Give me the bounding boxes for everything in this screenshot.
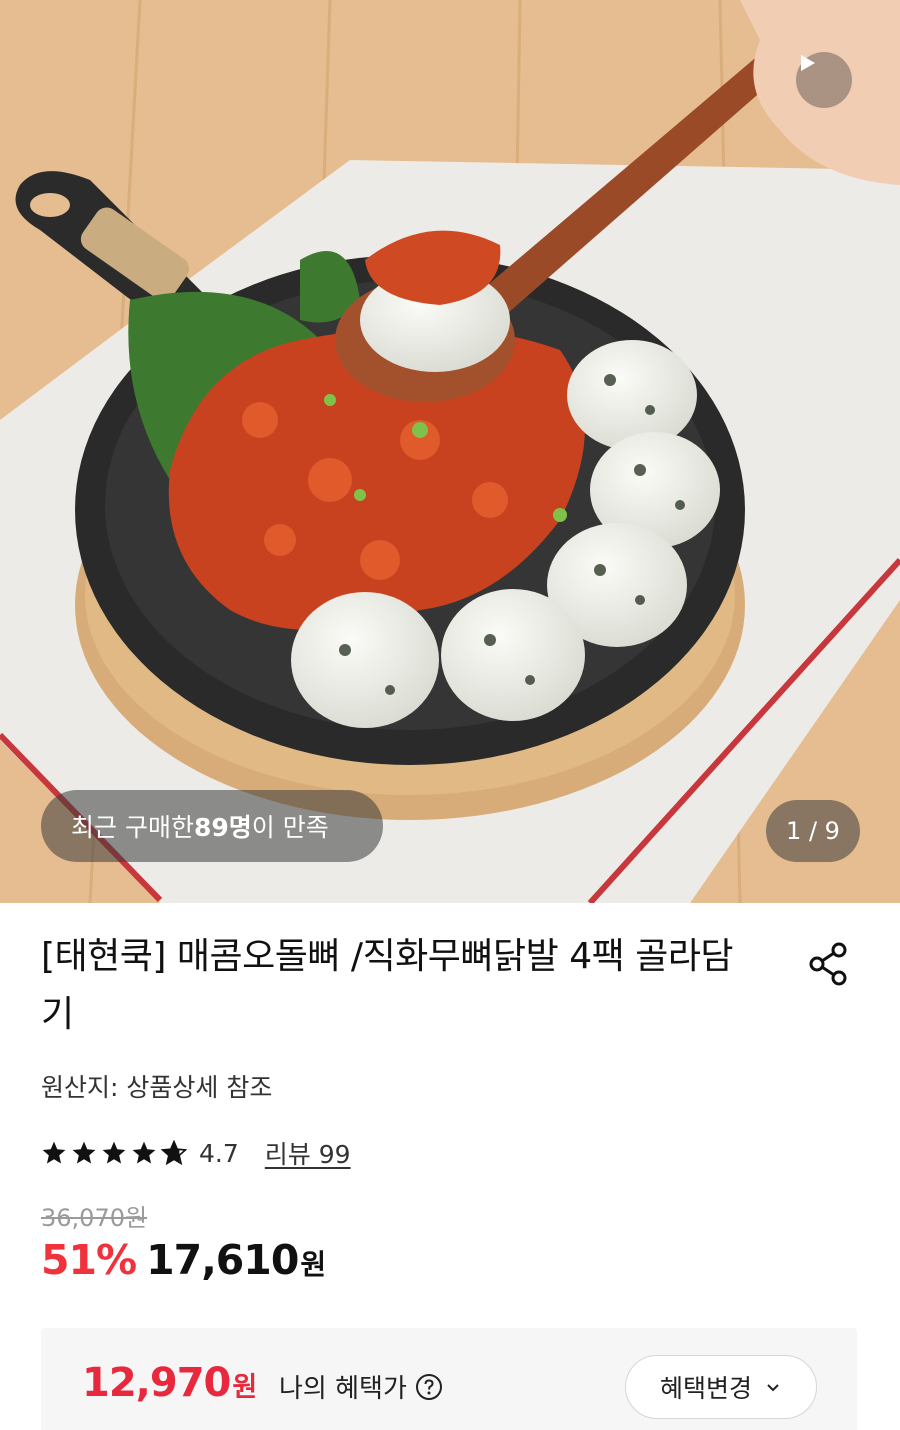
share-icon — [809, 942, 847, 986]
recent-purchase-badge: 최근 구매한 89명 이 만족 — [41, 790, 383, 862]
benefit-amount: 12,970 — [82, 1360, 231, 1406]
benefit-price: 12,970 원 — [82, 1360, 257, 1406]
share-button[interactable] — [803, 938, 855, 990]
chevron-down-icon — [767, 1384, 779, 1392]
recent-suffix: 이 만족 — [251, 813, 329, 842]
star-half-icon — [161, 1140, 187, 1166]
price-row: 51% 17,610 원 — [41, 1236, 326, 1296]
origin-info: 원산지: 상품상세 참조 — [41, 1073, 273, 1102]
star-icon — [132, 1141, 156, 1164]
benefit-label-group: 나의 혜택가 — [279, 1368, 443, 1405]
product-image-gallery[interactable]: 최근 구매한 89명 이 만족 1 / 9 — [0, 0, 900, 903]
product-photo — [0, 0, 900, 903]
sale-currency: 원 — [300, 1248, 327, 1281]
star-icon — [72, 1141, 96, 1164]
video-play-button[interactable] — [796, 52, 852, 108]
star-rating — [41, 1140, 187, 1166]
play-icon — [801, 55, 815, 71]
change-benefit-button[interactable]: 혜택변경 — [625, 1355, 817, 1419]
change-benefit-label: 혜택변경 — [659, 1374, 752, 1403]
recent-prefix: 최근 구매한 — [71, 813, 194, 842]
sale-price: 17,610 — [146, 1236, 299, 1284]
product-title: [태현쿡] 매콤오돌뼈 /직화무뼈닭발 4팩 골라담기 — [41, 936, 734, 1035]
rating-value: 4.7 — [199, 1138, 239, 1168]
benefit-label: 나의 혜택가 — [279, 1374, 407, 1404]
rating-row: 4.7 리뷰 99 — [41, 1135, 351, 1171]
image-counter: 1 / 9 — [766, 800, 860, 862]
star-icon — [42, 1141, 66, 1164]
review-count-link[interactable]: 리뷰 99 — [265, 1135, 351, 1171]
help-icon[interactable] — [415, 1373, 443, 1401]
discount-rate: 51% — [41, 1236, 137, 1284]
star-icon — [102, 1141, 126, 1164]
recent-count: 89명 — [193, 813, 252, 842]
original-price: 36,070원 — [41, 1204, 148, 1232]
my-benefit-box: 12,970 원 나의 혜택가 혜택변경 — [41, 1328, 857, 1430]
benefit-currency: 원 — [232, 1372, 258, 1403]
